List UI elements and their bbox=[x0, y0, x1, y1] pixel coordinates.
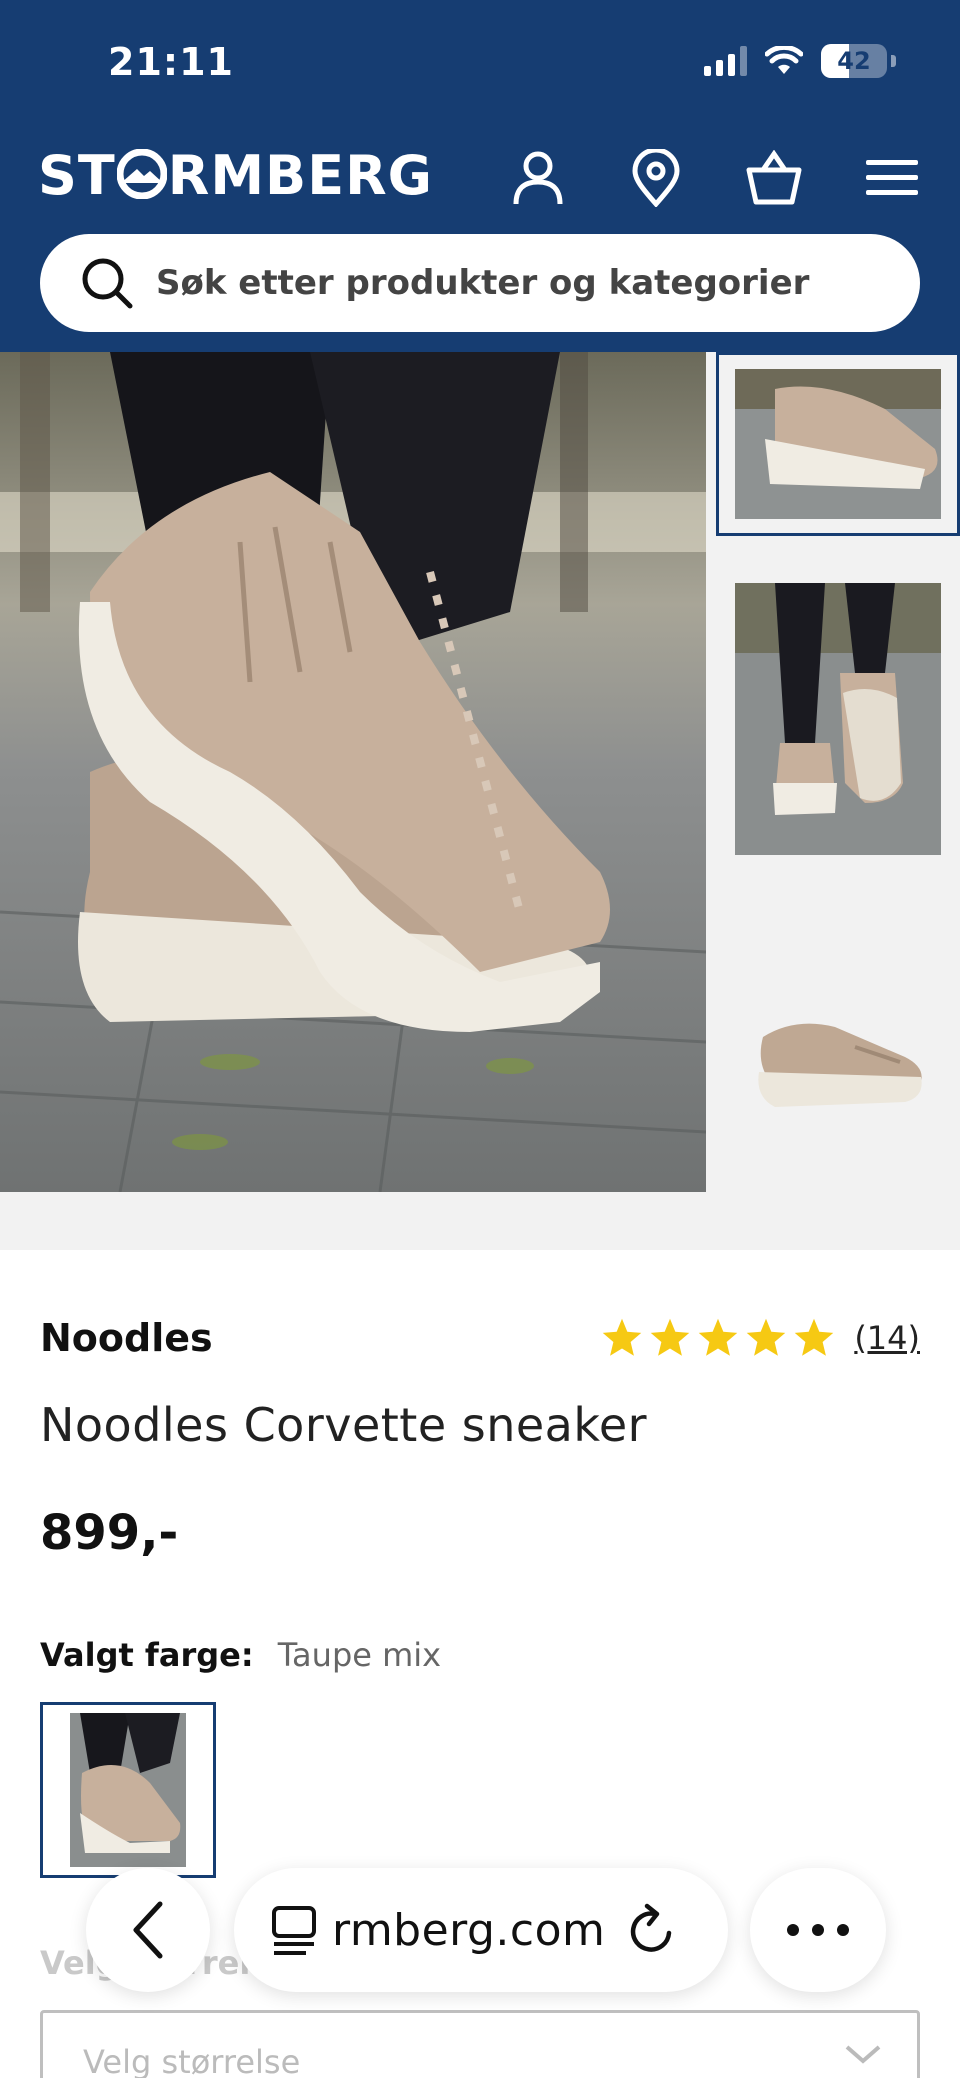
reader-mode-icon[interactable] bbox=[270, 1904, 318, 1956]
cart-icon[interactable] bbox=[736, 140, 812, 216]
product-title: Noodles Corvette sneaker bbox=[40, 1398, 648, 1452]
search-placeholder: Søk etter produkter og kategorier bbox=[156, 263, 810, 303]
account-icon[interactable] bbox=[500, 140, 576, 216]
selected-color-row: Valgt farge: Taupe mix bbox=[40, 1636, 441, 1674]
chevron-left-icon bbox=[133, 1901, 163, 1959]
battery-icon: 42 bbox=[821, 44, 887, 78]
review-count-link[interactable]: (14) bbox=[854, 1319, 920, 1357]
product-image-gallery bbox=[0, 352, 960, 1250]
product-brand[interactable]: Noodles bbox=[40, 1316, 213, 1360]
rating-stars bbox=[600, 1316, 836, 1360]
gallery-thumbnail-2[interactable] bbox=[716, 556, 960, 882]
browser-address-bar[interactable]: rmberg.com bbox=[234, 1868, 728, 1992]
size-select[interactable]: Velg størrelse bbox=[40, 2010, 920, 2078]
menu-icon[interactable] bbox=[854, 140, 930, 216]
browser-back-button[interactable] bbox=[86, 1868, 210, 1992]
color-swatch-taupe-mix[interactable] bbox=[40, 1702, 216, 1878]
logo-mountain-mark-icon bbox=[116, 149, 167, 200]
main-product-image[interactable] bbox=[0, 352, 706, 1192]
stormberg-logo[interactable]: ST RMBERG bbox=[38, 144, 433, 207]
wifi-icon bbox=[765, 46, 803, 74]
selected-color-value: Taupe mix bbox=[277, 1636, 442, 1674]
cellular-signal-icon bbox=[704, 46, 747, 76]
product-rating[interactable]: (14) bbox=[600, 1316, 920, 1360]
gallery-thumbnail-1[interactable] bbox=[716, 352, 960, 536]
search-icon bbox=[82, 258, 133, 309]
more-dots-icon bbox=[787, 1924, 849, 1936]
size-select-placeholder: Velg størrelse bbox=[83, 2043, 301, 2078]
browser-url: rmberg.com bbox=[332, 1904, 606, 1956]
status-time: 21:11 bbox=[108, 40, 234, 84]
status-indicators: 42 bbox=[704, 44, 896, 78]
selected-color-label: Valgt farge: bbox=[40, 1636, 254, 1674]
battery-level: 42 bbox=[837, 47, 871, 75]
site-header: 21:11 42 ST RMBERG Søk etter produkter o… bbox=[0, 0, 960, 352]
gallery-thumbnail-3[interactable] bbox=[716, 902, 960, 1192]
reload-icon[interactable] bbox=[627, 1903, 677, 1957]
store-locator-icon[interactable] bbox=[618, 140, 694, 216]
star-icon bbox=[747, 1318, 786, 1356]
star-icon bbox=[699, 1318, 738, 1356]
star-icon bbox=[795, 1318, 834, 1356]
product-price: 899,- bbox=[40, 1505, 179, 1561]
header-nav-icons bbox=[500, 140, 930, 216]
chevron-down-icon bbox=[845, 2045, 881, 2064]
search-input[interactable]: Søk etter produkter og kategorier bbox=[40, 234, 920, 332]
star-icon bbox=[603, 1318, 642, 1356]
browser-more-button[interactable] bbox=[750, 1868, 886, 1992]
star-icon bbox=[651, 1318, 690, 1356]
